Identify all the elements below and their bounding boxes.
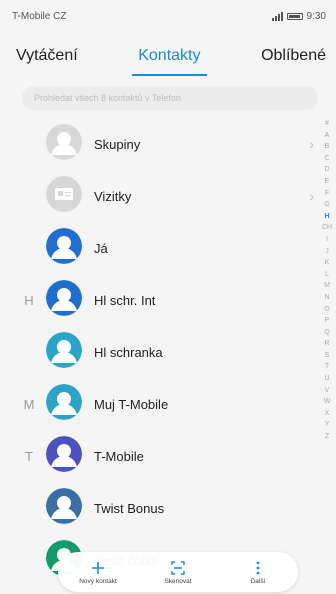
contact-row[interactable]: Já — [0, 222, 320, 274]
index-letter[interactable]: # — [325, 118, 329, 130]
contact-row[interactable]: H Hl schr. Int — [0, 274, 320, 326]
index-letter[interactable]: Z — [325, 431, 329, 443]
index-letter[interactable]: X — [325, 408, 330, 420]
contact-list[interactable]: Skupiny › Vizitky › Já H Hl schr. Int Hl schran… — [0, 118, 320, 594]
status-icons: 9:30 — [271, 10, 326, 22]
new-contact-label: Nový kontakt — [79, 577, 117, 585]
search-bar[interactable] — [22, 86, 318, 110]
chevron-right-icon: › — [309, 188, 314, 204]
section-letter: T — [25, 448, 33, 464]
index-letter[interactable]: J — [325, 246, 329, 258]
index-letter[interactable]: P — [325, 315, 330, 327]
index-letter[interactable]: Q — [324, 327, 329, 339]
contact-row[interactable]: Hl schranka — [0, 326, 320, 378]
business-card-icon — [46, 176, 82, 212]
more-label: Další — [250, 577, 266, 585]
contact-row[interactable]: Vizitky › — [0, 170, 320, 222]
person-icon — [46, 280, 82, 316]
battery-icon — [286, 12, 303, 20]
index-letter[interactable]: N — [324, 292, 329, 304]
clock: 9:30 — [306, 10, 326, 22]
tab-bar: Vytáčení Kontakty Oblíbené — [0, 36, 336, 80]
tab-dialer[interactable]: Vytáčení — [16, 36, 78, 80]
group-icon — [46, 124, 82, 160]
tab-favorites[interactable]: Oblíbené — [261, 36, 326, 80]
index-letter[interactable]: U — [324, 373, 329, 385]
index-letter[interactable]: T — [325, 361, 329, 373]
index-letter[interactable]: F — [325, 188, 329, 200]
index-letter[interactable]: A — [325, 130, 330, 142]
contact-name: Twist Bonus — [94, 500, 165, 516]
index-letter[interactable]: O — [324, 304, 329, 316]
plus-icon — [92, 561, 104, 574]
chevron-right-icon: › — [309, 136, 314, 152]
index-letter[interactable]: B — [325, 141, 330, 153]
index-letter[interactable]: M — [324, 280, 330, 292]
index-letter[interactable]: R — [324, 338, 329, 350]
index-letter[interactable]: D — [324, 164, 329, 176]
scan-label: Skenovat — [164, 577, 192, 585]
index-letter[interactable]: H — [324, 211, 329, 223]
index-letter[interactable]: C — [324, 153, 329, 165]
alphabet-index[interactable]: # A B C D E F G H CH I J K L M N O P Q R S T U V W X Y Z — [320, 118, 334, 443]
tab-contacts[interactable]: Kontakty — [132, 36, 207, 80]
signal-icon — [271, 11, 283, 21]
index-letter[interactable]: S — [325, 350, 330, 362]
bottom-action-bar: Nový kontakt Skenovat Další — [58, 552, 298, 592]
contact-name: Hl schr. Int — [94, 292, 156, 308]
section-letter: H — [24, 292, 34, 308]
index-letter[interactable]: L — [325, 269, 329, 281]
person-icon — [46, 384, 82, 420]
contact-name: Vizitky — [94, 188, 132, 204]
index-letter[interactable]: G — [324, 199, 329, 211]
person-icon — [46, 332, 82, 368]
person-icon — [46, 228, 82, 264]
contact-row[interactable]: Twist Bonus — [0, 482, 320, 534]
scan-button[interactable]: Skenovat — [143, 560, 213, 585]
more-button[interactable]: Další — [223, 560, 293, 585]
index-letter[interactable]: W — [324, 396, 331, 408]
index-letter[interactable]: Y — [325, 419, 330, 431]
contact-name: Hl schranka — [94, 344, 163, 360]
contact-name: Skupiny — [94, 136, 141, 152]
new-contact-button[interactable]: Nový kontakt — [63, 560, 133, 585]
contact-row[interactable]: M Muj T-Mobile — [0, 378, 320, 430]
contact-row[interactable]: T T-Mobile — [0, 430, 320, 482]
contact-name: Muj T-Mobile — [94, 396, 169, 412]
section-letter: M — [23, 396, 35, 412]
contact-row[interactable]: Skupiny › — [0, 118, 320, 170]
carrier-label: T-Mobile CZ — [12, 10, 67, 22]
search-input[interactable] — [34, 93, 306, 103]
index-letter[interactable]: V — [325, 385, 330, 397]
index-letter[interactable]: CH — [322, 222, 332, 234]
contact-name: T-Mobile — [94, 448, 144, 464]
index-letter[interactable]: I — [326, 234, 328, 246]
contact-name: Já — [94, 240, 108, 256]
index-letter[interactable]: E — [325, 176, 330, 188]
person-icon — [46, 488, 82, 524]
scan-icon — [171, 560, 185, 575]
person-icon — [46, 436, 82, 472]
status-bar: T-Mobile CZ 9:30 — [0, 0, 336, 32]
more-icon — [256, 561, 260, 574]
index-letter[interactable]: K — [325, 257, 330, 269]
